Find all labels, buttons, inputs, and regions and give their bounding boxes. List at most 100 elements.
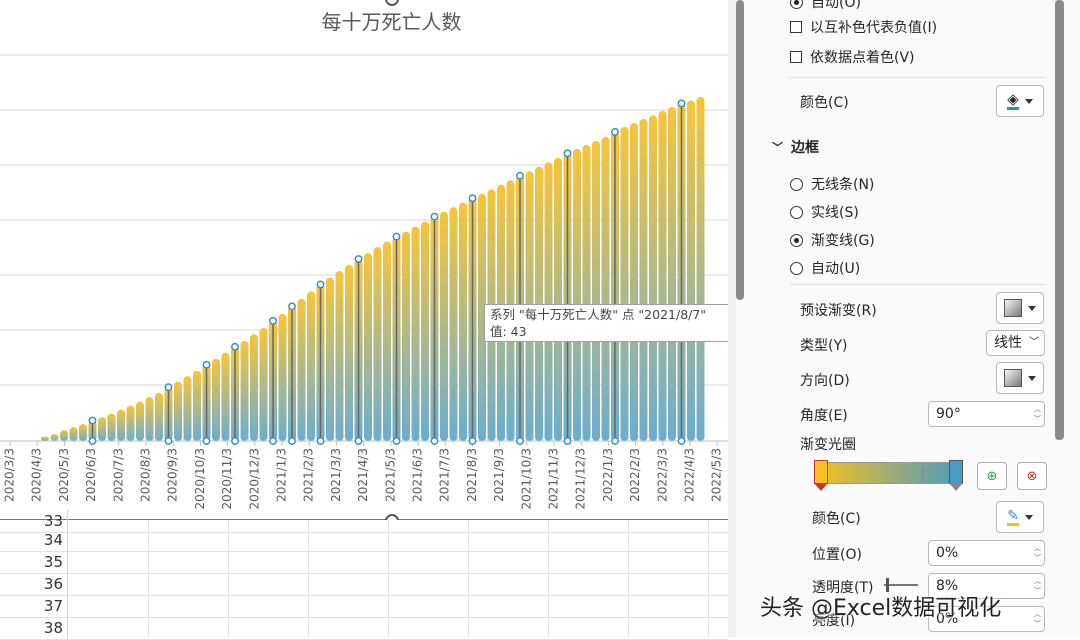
bar[interactable] (459, 202, 467, 441)
bar[interactable] (183, 376, 192, 441)
bar[interactable] (50, 434, 59, 441)
bar[interactable] (649, 115, 657, 441)
bar[interactable] (107, 413, 116, 441)
bar[interactable] (630, 122, 638, 441)
worksheet-grid[interactable]: 33 34 35 36 37 38 (0, 510, 728, 640)
bar[interactable] (658, 110, 667, 442)
bar[interactable] (98, 417, 106, 441)
bar[interactable] (639, 118, 648, 442)
bar[interactable] (544, 162, 553, 441)
sheet-row[interactable]: 36 (0, 573, 728, 596)
bar[interactable] (278, 313, 287, 441)
row-header[interactable]: 38 (0, 617, 68, 639)
radio-gradient-line[interactable]: 渐变线(G) (790, 230, 875, 250)
radio-button[interactable] (790, 261, 803, 275)
bar[interactable] (383, 241, 391, 441)
checkbox-invert-negative[interactable]: 以互补色代表负值(I) (790, 17, 937, 37)
selection-handle[interactable] (316, 280, 325, 289)
bar[interactable] (554, 157, 562, 441)
radio-solid-line[interactable]: 实线(S) (790, 202, 859, 222)
selection-handle[interactable] (202, 437, 211, 445)
row-header[interactable]: 37 (0, 595, 68, 617)
selection-handle[interactable] (88, 416, 97, 425)
spin-arrows-icon[interactable]: ︿ ﹀ (1034, 404, 1041, 424)
bar[interactable] (60, 430, 68, 441)
bar[interactable] (126, 405, 135, 441)
selection-handle[interactable] (677, 99, 686, 108)
bar[interactable] (79, 424, 87, 441)
selection-handle[interactable] (677, 437, 686, 445)
selection-handle[interactable] (231, 437, 239, 445)
worksheet-vertical-scrollbar[interactable] (736, 0, 744, 300)
bar[interactable] (41, 436, 49, 441)
bar[interactable] (411, 226, 420, 441)
checkbox[interactable] (790, 51, 802, 63)
bar[interactable] (259, 327, 268, 441)
bar[interactable] (687, 100, 695, 442)
direction-dropdown[interactable] (996, 362, 1044, 394)
bar[interactable] (573, 148, 581, 441)
bar[interactable] (250, 334, 258, 441)
bar[interactable] (221, 352, 230, 441)
radio-auto-fill[interactable]: 自动(O) (790, 0, 861, 12)
bar[interactable] (440, 211, 448, 441)
selection-handle[interactable] (231, 342, 239, 351)
preset-gradient-dropdown[interactable] (996, 292, 1044, 324)
spin-arrows-icon[interactable]: ︿ ﹀ (1034, 609, 1041, 629)
remove-gradient-stop-button[interactable]: ⊗ (1017, 462, 1047, 490)
selection-handle[interactable] (611, 437, 619, 445)
bar[interactable] (335, 270, 344, 441)
selection-handle[interactable] (468, 437, 477, 445)
selection-handle[interactable] (430, 437, 439, 445)
selection-handle[interactable] (563, 437, 572, 445)
bar[interactable] (402, 231, 410, 441)
angle-input[interactable]: 90° ︿ ﹀ (928, 401, 1045, 427)
spin-arrows-icon[interactable]: ︿ ﹀ (1034, 576, 1041, 596)
bar[interactable] (620, 126, 629, 442)
bar[interactable] (117, 409, 125, 441)
selection-handle[interactable] (354, 255, 363, 263)
radio-no-line[interactable]: 无线条(N) (790, 174, 874, 194)
gradient-stop-middle-marker[interactable] (922, 466, 923, 480)
radio-button[interactable] (790, 205, 803, 219)
bar[interactable] (582, 144, 591, 441)
selection-handle[interactable] (269, 316, 277, 325)
bar[interactable] (592, 140, 600, 442)
position-input[interactable]: 0% ︿ ﹀ (928, 540, 1045, 566)
chart-area[interactable]: 2020/3/3 2020/4/3 2020/5/3 2020/6/3 2020/7/3… (0, 0, 728, 520)
selection-handle[interactable] (354, 437, 363, 445)
selection-handle[interactable] (269, 437, 277, 445)
radio-button[interactable] (790, 0, 803, 9)
bar[interactable] (307, 291, 315, 441)
selection-handle[interactable] (288, 437, 296, 445)
gradient-stops-bar[interactable] (815, 462, 963, 484)
selection-handle[interactable] (516, 437, 524, 445)
selection-handle[interactable] (516, 171, 524, 180)
bar[interactable] (193, 370, 201, 441)
row-header[interactable]: 34 (0, 529, 68, 551)
selection-handle[interactable] (316, 437, 325, 445)
bar-chart[interactable]: 2020/3/3 2020/4/3 2020/5/3 2020/6/3 2020/7/3… (0, 0, 728, 520)
bar[interactable] (364, 253, 372, 441)
selection-handle[interactable] (392, 232, 401, 241)
bar[interactable] (155, 392, 163, 441)
transparency-slider[interactable] (884, 584, 918, 586)
selection-handle[interactable] (164, 383, 173, 392)
selection-handle[interactable] (430, 212, 439, 221)
selection-handle[interactable] (202, 360, 211, 369)
radio-button[interactable] (790, 177, 803, 191)
spin-arrows-icon[interactable]: ︿ ﹀ (1034, 543, 1041, 563)
radio-button[interactable] (790, 233, 803, 247)
stop-color-dropdown[interactable]: ✎ (996, 501, 1044, 533)
bar[interactable] (449, 207, 458, 441)
selection-handle[interactable] (468, 194, 477, 203)
row-header[interactable]: 35 (0, 551, 68, 573)
selection-handle[interactable] (611, 127, 619, 136)
fill-color-dropdown[interactable]: ◈ (996, 85, 1044, 117)
gradient-stop-end[interactable] (949, 460, 963, 484)
radio-automatic-line[interactable]: 自动(U) (790, 258, 860, 278)
selection-handle[interactable] (563, 149, 572, 158)
sheet-row[interactable]: 34 (0, 529, 728, 552)
checkbox[interactable] (790, 21, 802, 33)
bar[interactable] (212, 358, 220, 441)
